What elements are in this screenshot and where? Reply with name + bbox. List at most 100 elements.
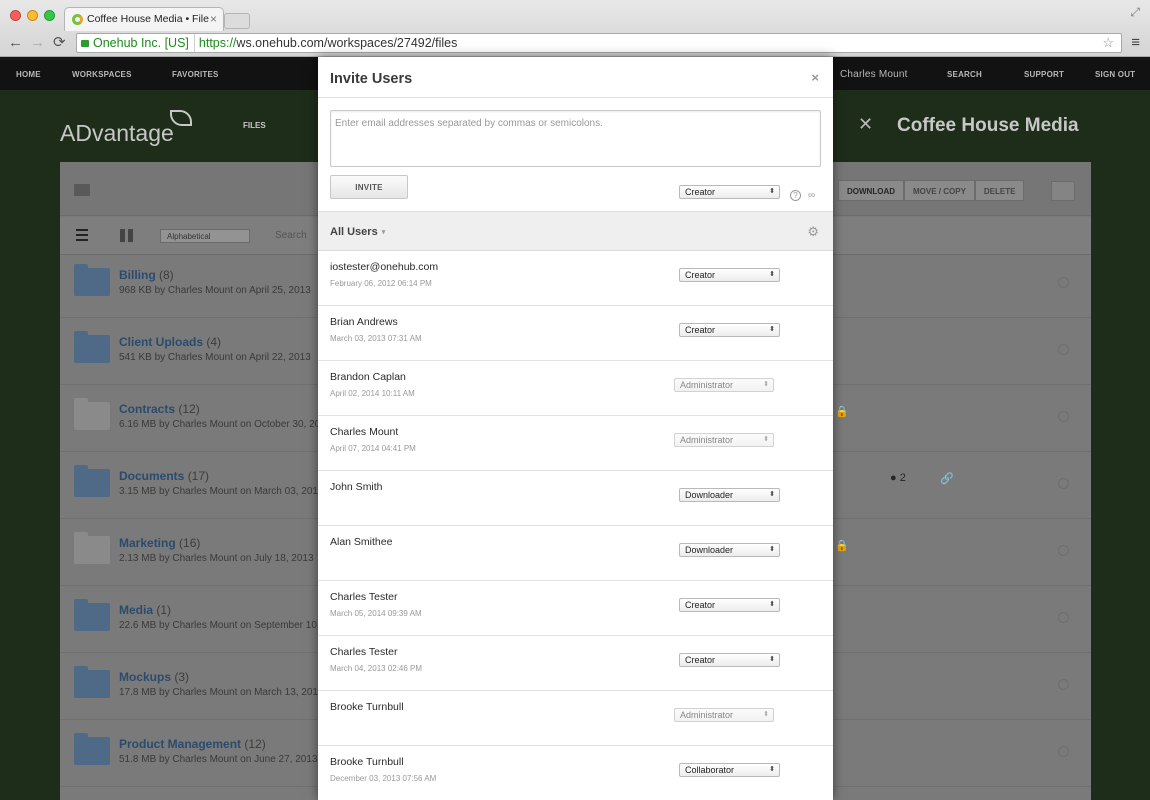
window-maximize-button[interactable] — [44, 10, 55, 21]
user-role-select[interactable]: Creator ⬍ — [679, 268, 780, 282]
modal-title: Invite Users — [330, 71, 413, 87]
fullscreen-icon[interactable]: ⤢ — [1130, 5, 1140, 20]
glasses-icon[interactable]: ∞ — [808, 190, 815, 201]
user-name: Charles Mount — [330, 426, 399, 438]
select-arrow-icon: ⬍ — [769, 188, 775, 195]
user-role-select[interactable]: Collaborator ⬍ — [679, 763, 780, 777]
user-role-select[interactable]: Creator ⬍ — [679, 323, 780, 337]
new-tab-button[interactable] — [224, 13, 250, 29]
forward-arrow-icon[interactable]: → — [30, 35, 45, 50]
browser-menu-icon[interactable]: ≡ — [1131, 34, 1140, 51]
user-row: Alan Smithee Downloader ⬍ — [318, 526, 833, 581]
user-name: Brian Andrews — [330, 316, 398, 328]
user-row: Brooke Turnbull December 03, 2013 07:56 … — [318, 746, 833, 800]
user-role-select[interactable]: Downloader ⬍ — [679, 543, 780, 557]
folder-name[interactable]: Product Management (12) — [119, 737, 266, 751]
folder-icon — [74, 184, 90, 196]
row-checkbox[interactable] — [1058, 478, 1069, 489]
select-all-button[interactable] — [1051, 181, 1075, 201]
sort-select[interactable]: Alphabetical — [160, 229, 250, 243]
window-controls — [10, 10, 55, 21]
grid-view-icon[interactable] — [120, 229, 133, 242]
user-date: March 03, 2013 07:31 AM — [330, 334, 422, 343]
user-row: Brandon Caplan April 02, 2014 10:11 AM A… — [318, 361, 833, 416]
nav-sign-out[interactable]: SIGN OUT — [1095, 70, 1135, 79]
select-arrow-icon: ⬍ — [769, 491, 775, 498]
row-checkbox[interactable] — [1058, 746, 1069, 757]
move-copy-button[interactable]: MOVE / COPY — [904, 180, 975, 201]
help-icon[interactable]: ? — [790, 190, 801, 201]
user-role-select[interactable]: Creator ⬍ — [679, 653, 780, 667]
nav-favorites[interactable]: FAVORITES — [172, 70, 219, 79]
row-checkbox[interactable] — [1058, 411, 1069, 422]
folder-name[interactable]: Mockups (3) — [119, 670, 189, 684]
link-icon[interactable]: 🔗 — [940, 472, 954, 485]
row-checkbox[interactable] — [1058, 612, 1069, 623]
folder-meta: 6.16 MB by Charles Mount on October 30, … — [119, 419, 332, 430]
user-row: Charles Tester March 05, 2014 09:39 AM C… — [318, 581, 833, 636]
invite-role-select[interactable]: Creator ⬍ — [679, 185, 780, 199]
user-date: February 06, 2012 06:14 PM — [330, 279, 432, 288]
folder-name[interactable]: Marketing (16) — [119, 536, 200, 550]
email-addresses-input[interactable] — [330, 110, 821, 167]
all-users-filter[interactable]: All Users ▾ — [330, 226, 385, 238]
folder-meta: 3.15 MB by Charles Mount on March 03, 20… — [119, 486, 324, 497]
select-arrow-icon: ⬍ — [763, 711, 769, 718]
gear-icon[interactable]: ⚙ — [807, 224, 819, 240]
browser-tab[interactable]: Coffee House Media • File × — [64, 7, 224, 31]
row-checkbox[interactable] — [1058, 344, 1069, 355]
folder-icon — [74, 331, 110, 363]
user-date: March 04, 2013 02:46 PM — [330, 664, 423, 673]
window-close-button[interactable] — [10, 10, 21, 21]
nav-home[interactable]: HOME — [16, 70, 41, 79]
user-row: iostester@onehub.com February 06, 2012 0… — [318, 251, 833, 306]
file-actions: DOWNLOAD MOVE / COPY DELETE — [838, 180, 1025, 201]
window-minimize-button[interactable] — [27, 10, 38, 21]
delete-button[interactable]: DELETE — [974, 180, 1025, 201]
folder-icon — [74, 398, 110, 430]
row-checkbox[interactable] — [1058, 679, 1069, 690]
user-row: Charles Mount April 07, 2014 04:41 PM Ad… — [318, 416, 833, 471]
row-checkbox[interactable] — [1058, 545, 1069, 556]
folder-icon — [74, 465, 110, 497]
folder-meta: 2.13 MB by Charles Mount on July 18, 201… — [119, 553, 314, 564]
user-name: Brandon Caplan — [330, 371, 406, 383]
user-role-select: Administrator ⬍ — [674, 378, 774, 392]
folder-name[interactable]: Contracts (12) — [119, 402, 200, 416]
lock-icon: 🔒 — [835, 540, 849, 552]
tab-close-icon[interactable]: × — [210, 12, 217, 26]
comment-icon[interactable]: ● 2 — [890, 472, 906, 484]
back-arrow-icon[interactable]: ← — [8, 35, 23, 50]
close-icon[interactable]: × — [811, 70, 819, 85]
chevron-down-icon: ▾ — [381, 229, 386, 236]
folder-name[interactable]: Client Uploads (4) — [119, 335, 221, 349]
ev-label: Onehub Inc. [US] — [93, 36, 189, 50]
nav-workspaces[interactable]: WORKSPACES — [72, 70, 132, 79]
files-tab[interactable]: FILES — [243, 121, 266, 130]
file-search[interactable]: Search — [275, 230, 307, 241]
download-button[interactable]: DOWNLOAD — [838, 180, 904, 201]
address-bar[interactable]: Onehub Inc. [US] https://ws.onehub.com/wo… — [76, 33, 1122, 53]
url-text: ws.onehub.com/workspaces/27492/files — [236, 36, 458, 50]
user-name: Charles Tester — [330, 591, 398, 603]
nav-support[interactable]: SUPPORT — [1024, 70, 1064, 79]
select-arrow-icon: ⬍ — [763, 436, 769, 443]
user-role-select[interactable]: Downloader ⬍ — [679, 488, 780, 502]
nav-user-menu[interactable]: Charles Mount — [840, 69, 908, 80]
list-view-icon[interactable] — [76, 229, 88, 241]
folder-name[interactable]: Billing (8) — [119, 268, 174, 282]
select-arrow-icon: ⬍ — [769, 601, 775, 608]
invite-button[interactable]: INVITE — [330, 175, 408, 199]
tools-icon[interactable]: ✕ — [858, 114, 873, 135]
reload-icon[interactable]: ⟳ — [53, 35, 66, 50]
folder-name[interactable]: Documents (17) — [119, 469, 209, 483]
select-arrow-icon: ⬍ — [769, 656, 775, 663]
select-arrow-icon: ⬍ — [769, 271, 775, 278]
bookmark-star-icon[interactable]: ☆ — [1102, 35, 1114, 51]
nav-search[interactable]: SEARCH — [947, 70, 982, 79]
row-checkbox[interactable] — [1058, 277, 1069, 288]
user-role-select[interactable]: Creator ⬍ — [679, 598, 780, 612]
folder-name[interactable]: Media (1) — [119, 603, 171, 617]
folder-meta: 968 KB by Charles Mount on April 25, 201… — [119, 285, 311, 296]
ev-certificate-badge[interactable]: Onehub Inc. [US] — [77, 34, 195, 52]
